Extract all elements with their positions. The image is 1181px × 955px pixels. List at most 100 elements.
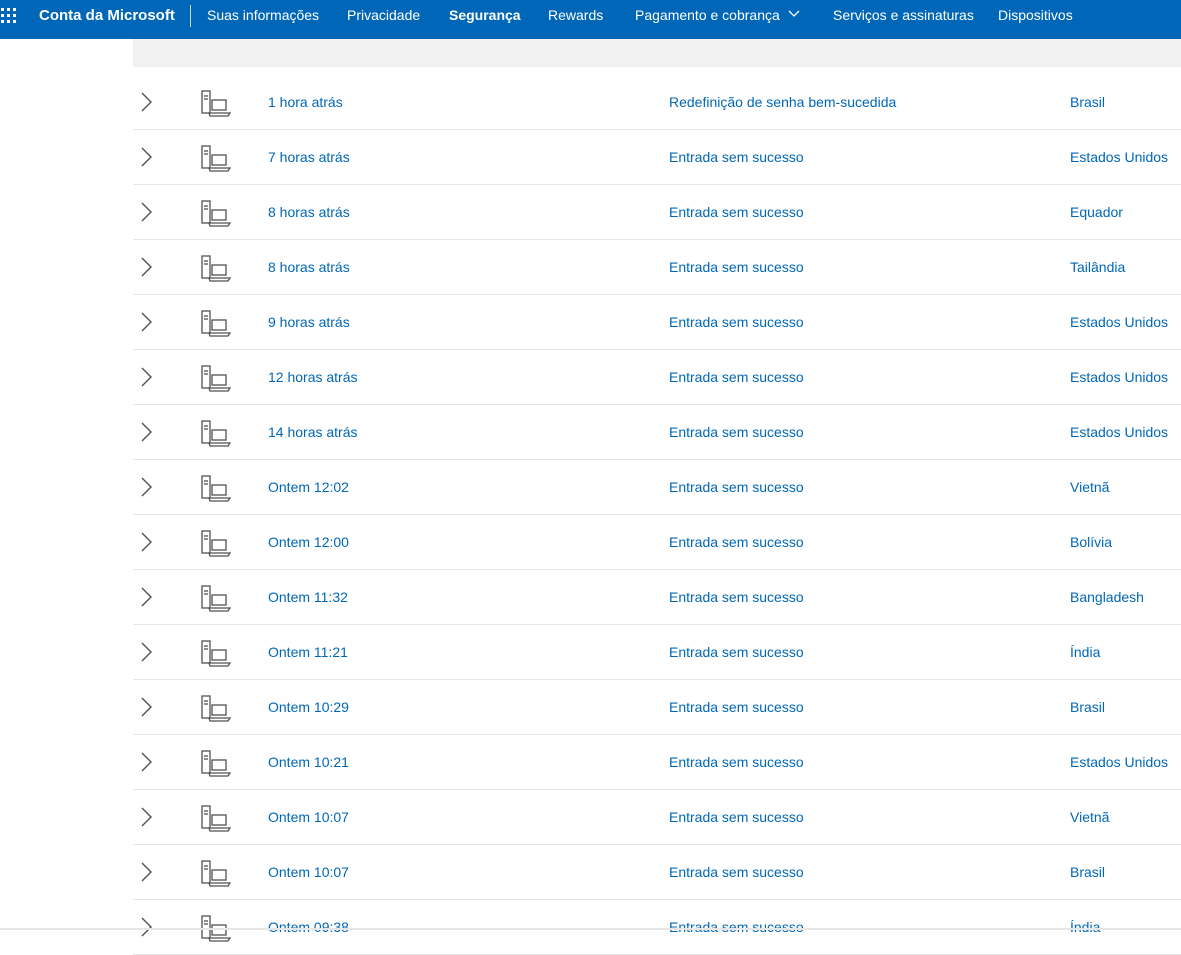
activity-row[interactable]: Ontem 10:29 Entrada sem sucesso Brasil <box>133 680 1181 735</box>
chevron-right-icon[interactable] <box>139 201 153 223</box>
activity-type[interactable]: Entrada sem sucesso <box>669 790 804 844</box>
chevron-right-icon[interactable] <box>139 256 153 278</box>
activity-row[interactable]: Ontem 10:07 Entrada sem sucesso Brasil <box>133 845 1181 900</box>
activity-time[interactable]: 1 hora atrás <box>268 75 343 129</box>
chevron-right-icon[interactable] <box>139 91 153 113</box>
activity-type[interactable]: Entrada sem sucesso <box>669 735 804 789</box>
activity-country[interactable]: Brasil <box>1070 75 1105 129</box>
activity-type[interactable]: Entrada sem sucesso <box>669 240 804 294</box>
activity-time[interactable]: 8 horas atrás <box>268 185 350 239</box>
activity-country[interactable]: Tailândia <box>1070 240 1125 294</box>
chevron-right-icon[interactable] <box>139 476 153 498</box>
activity-time[interactable]: Ontem 10:07 <box>268 845 349 899</box>
activity-time[interactable]: 12 horas atrás <box>268 350 358 404</box>
activity-country[interactable]: Índia <box>1070 900 1100 954</box>
nav-rewards[interactable]: Rewards <box>548 0 603 39</box>
activity-row[interactable]: Ontem 12:00 Entrada sem sucesso Bolívia <box>133 515 1181 570</box>
activity-time[interactable]: 8 horas atrás <box>268 240 350 294</box>
activity-time[interactable]: Ontem 11:32 <box>268 570 348 624</box>
activity-time[interactable]: Ontem 12:00 <box>268 515 349 569</box>
nav-dispositivos[interactable]: Dispositivos <box>998 0 1073 39</box>
waffle-icon[interactable] <box>0 7 20 27</box>
activity-country[interactable]: Estados Unidos <box>1070 295 1168 349</box>
device-icon <box>201 255 232 282</box>
nav-suas-informacoes[interactable]: Suas informações <box>207 0 319 39</box>
device-icon <box>201 695 232 722</box>
brand-link[interactable]: Conta da Microsoft <box>39 0 175 39</box>
nav-pagamento-label: Pagamento e cobrança <box>635 7 780 23</box>
activity-row[interactable]: 7 horas atrás Entrada sem sucesso Estados … <box>133 130 1181 185</box>
activity-row[interactable]: 14 horas atrás Entrada sem sucesso Estados… <box>133 405 1181 460</box>
activity-country[interactable]: Estados Unidos <box>1070 405 1168 459</box>
activity-time[interactable]: 14 horas atrás <box>268 405 358 459</box>
activity-type[interactable]: Entrada sem sucesso <box>669 350 804 404</box>
activity-row[interactable]: 8 horas atrás Entrada sem sucesso Tailândi… <box>133 240 1181 295</box>
activity-country[interactable]: Bolívia <box>1070 515 1112 569</box>
activity-row[interactable]: 9 horas atrás Entrada sem sucesso Estados … <box>133 295 1181 350</box>
activity-country[interactable]: Estados Unidos <box>1070 735 1168 789</box>
activity-time[interactable]: Ontem 10:21 <box>268 735 349 789</box>
chevron-right-icon[interactable] <box>139 421 153 443</box>
activity-header-strip <box>133 39 1181 67</box>
activity-country[interactable]: Estados Unidos <box>1070 350 1168 404</box>
activity-time[interactable]: Ontem 09:38 <box>268 900 349 954</box>
activity-type[interactable]: Entrada sem sucesso <box>669 680 804 734</box>
activity-row[interactable]: Ontem 11:32 Entrada sem sucesso Bangladesh <box>133 570 1181 625</box>
nav-servicos-e-assinaturas[interactable]: Serviços e assinaturas <box>833 0 974 39</box>
chevron-right-icon[interactable] <box>139 916 153 938</box>
activity-row[interactable]: Ontem 10:21 Entrada sem sucesso Estados Un… <box>133 735 1181 790</box>
nav-pagamento-e-cobranca[interactable]: Pagamento e cobrança <box>635 0 800 39</box>
chevron-right-icon[interactable] <box>139 531 153 553</box>
activity-country[interactable]: Brasil <box>1070 845 1105 899</box>
device-icon <box>201 805 232 832</box>
activity-type[interactable]: Redefinição de senha bem-sucedida <box>669 75 896 129</box>
activity-country[interactable]: Estados Unidos <box>1070 130 1168 184</box>
chevron-right-icon[interactable] <box>139 366 153 388</box>
activity-country[interactable]: Vietnã <box>1070 460 1109 514</box>
activity-row[interactable]: Ontem 10:07 Entrada sem sucesso Vietnã <box>133 790 1181 845</box>
activity-type[interactable]: Entrada sem sucesso <box>669 625 804 679</box>
nav-seguranca[interactable]: Segurança <box>449 0 521 39</box>
activity-type[interactable]: Entrada sem sucesso <box>669 405 804 459</box>
activity-time[interactable]: Ontem 12:02 <box>268 460 349 514</box>
activity-type[interactable]: Entrada sem sucesso <box>669 515 804 569</box>
chevron-right-icon[interactable] <box>139 806 153 828</box>
chevron-down-icon <box>788 10 800 18</box>
device-icon <box>201 365 232 392</box>
device-icon <box>201 310 232 337</box>
activity-country[interactable]: Brasil <box>1070 680 1105 734</box>
activity-time[interactable]: Ontem 10:29 <box>268 680 349 734</box>
activity-type[interactable]: Entrada sem sucesso <box>669 900 804 954</box>
device-icon <box>201 585 232 612</box>
chevron-right-icon[interactable] <box>139 146 153 168</box>
activity-time[interactable]: 7 horas atrás <box>268 130 350 184</box>
activity-country[interactable]: Bangladesh <box>1070 570 1144 624</box>
chevron-right-icon[interactable] <box>139 751 153 773</box>
activity-country[interactable]: Equador <box>1070 185 1123 239</box>
activity-country[interactable]: Índia <box>1070 625 1100 679</box>
device-icon <box>201 475 232 502</box>
activity-type[interactable]: Entrada sem sucesso <box>669 295 804 349</box>
activity-row[interactable]: 12 horas atrás Entrada sem sucesso Estados… <box>133 350 1181 405</box>
activity-time[interactable]: Ontem 11:21 <box>268 625 348 679</box>
activity-row[interactable]: 8 horas atrás Entrada sem sucesso Equador <box>133 185 1181 240</box>
activity-type[interactable]: Entrada sem sucesso <box>669 845 804 899</box>
activity-country[interactable]: Vietnã <box>1070 790 1109 844</box>
activity-row[interactable]: Ontem 12:02 Entrada sem sucesso Vietnã <box>133 460 1181 515</box>
device-icon <box>201 640 232 667</box>
activity-type[interactable]: Entrada sem sucesso <box>669 570 804 624</box>
activity-time[interactable]: 9 horas atrás <box>268 295 350 349</box>
activity-time[interactable]: Ontem 10:07 <box>268 790 349 844</box>
nav-privacidade[interactable]: Privacidade <box>347 0 420 39</box>
chevron-right-icon[interactable] <box>139 311 153 333</box>
chevron-right-icon[interactable] <box>139 696 153 718</box>
activity-type[interactable]: Entrada sem sucesso <box>669 460 804 514</box>
activity-type[interactable]: Entrada sem sucesso <box>669 185 804 239</box>
top-navigation-bar: Conta da Microsoft Suas informações Priv… <box>0 0 1181 39</box>
chevron-right-icon[interactable] <box>139 641 153 663</box>
activity-row[interactable]: Ontem 11:21 Entrada sem sucesso Índia <box>133 625 1181 680</box>
chevron-right-icon[interactable] <box>139 586 153 608</box>
chevron-right-icon[interactable] <box>139 861 153 883</box>
activity-type[interactable]: Entrada sem sucesso <box>669 130 804 184</box>
activity-row[interactable]: 1 hora atrás Redefinição de senha bem-suc… <box>133 75 1181 130</box>
